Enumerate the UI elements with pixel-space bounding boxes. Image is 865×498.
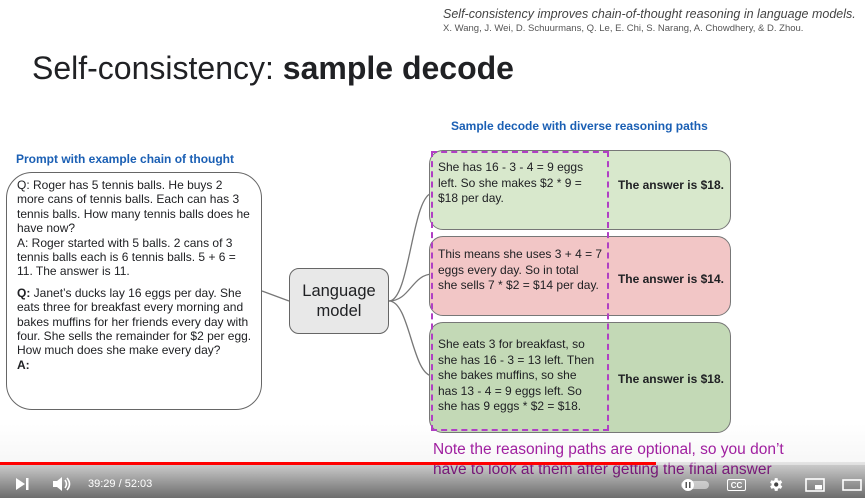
prompt-example: Q: Roger has 5 tennis balls. He buys 2 m…: [17, 178, 250, 279]
prompt-answer-label: A:: [17, 357, 30, 372]
progress-played: [0, 462, 657, 465]
next-icon[interactable]: [14, 476, 30, 497]
miniplayer-icon[interactable]: [805, 478, 825, 497]
current-time: 39:29: [88, 478, 116, 490]
prompt-question-text: Janet’s ducks lay 16 eggs per day. She e…: [17, 285, 252, 358]
duration: 52:03: [124, 478, 153, 490]
autoplay-toggle[interactable]: [681, 478, 709, 497]
reasoning-paths-highlight: [431, 151, 609, 431]
reasoning-path-2-answer: The answer is $14.: [617, 272, 724, 286]
connector-model-to-path-1: [388, 192, 434, 302]
prompt-question-label: Q:: [17, 285, 31, 300]
slide: Self-consistency improves chain-of-thoug…: [0, 0, 865, 498]
prompt-question: Q: Janet’s ducks lay 16 eggs per day. Sh…: [17, 286, 253, 358]
prompt-box: Q: Roger has 5 tennis balls. He buys 2 m…: [6, 172, 262, 410]
reasoning-path-1-answer: The answer is $18.: [617, 178, 724, 192]
connector-prompt-to-model: [261, 290, 290, 302]
settings-gear-icon[interactable]: [767, 476, 784, 498]
progress-bar[interactable]: [0, 462, 865, 465]
connector-model-to-path-3: [388, 300, 434, 377]
volume-icon[interactable]: [52, 476, 72, 497]
time-display: 39:29 / 52:03: [88, 478, 153, 490]
captions-button[interactable]: CC: [727, 479, 746, 491]
theater-mode-icon[interactable]: [842, 478, 862, 497]
reasoning-path-3-answer: The answer is $18.: [617, 372, 724, 386]
language-model-box: Language model: [289, 268, 389, 334]
